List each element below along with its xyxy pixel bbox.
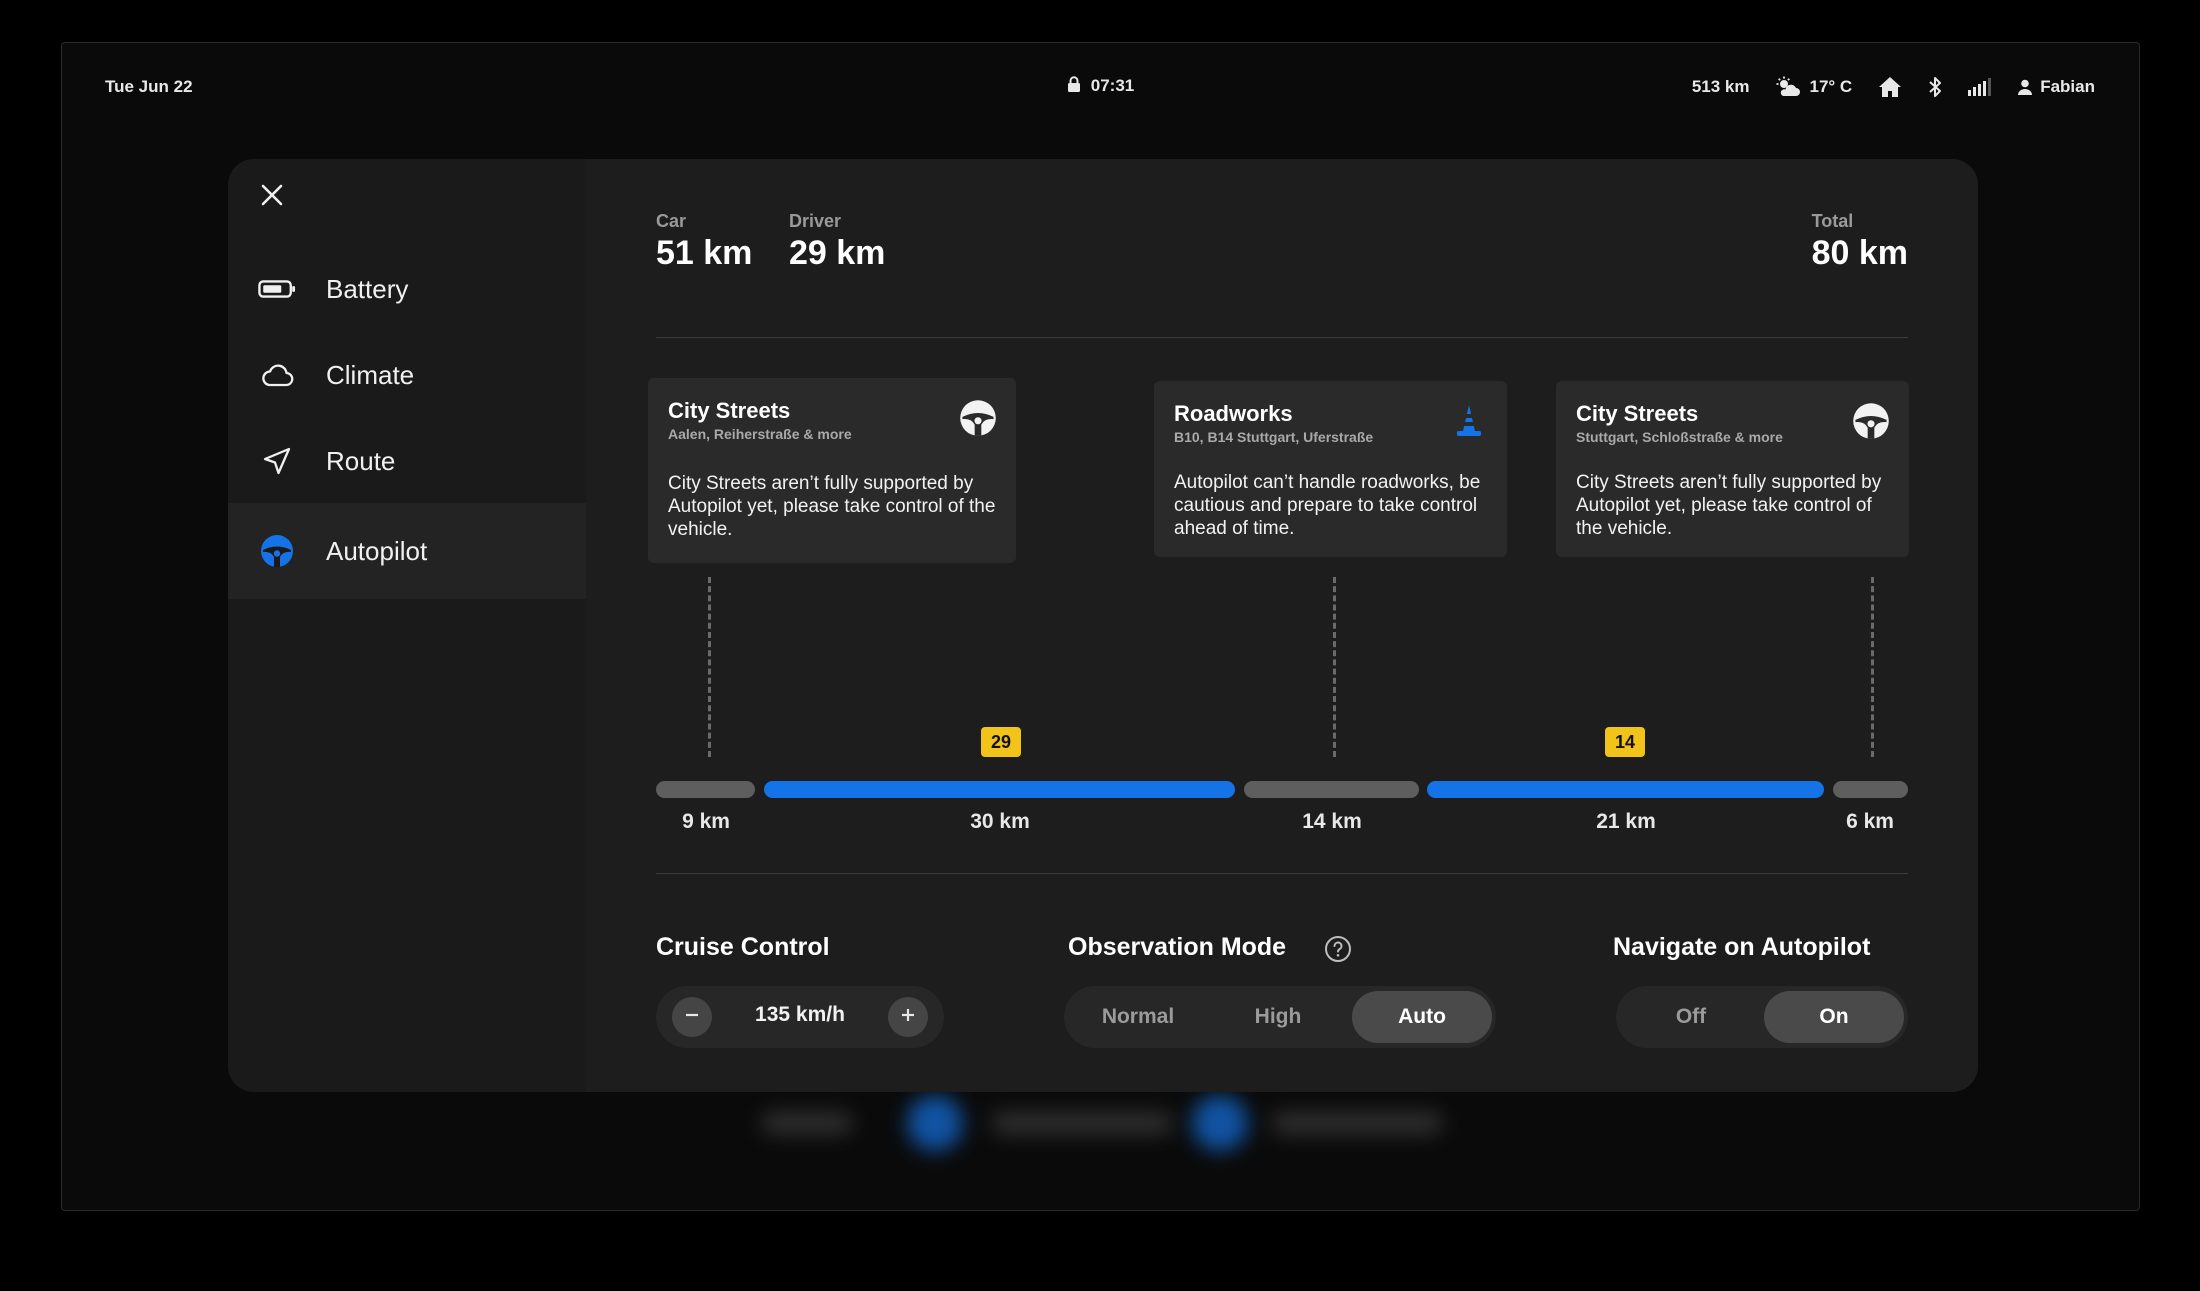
total-distance-value: 80 km bbox=[1811, 234, 1908, 272]
increase-speed-button[interactable] bbox=[888, 997, 928, 1037]
temperature-value: 17° C bbox=[1809, 77, 1853, 96]
sidebar-item-label: Autopilot bbox=[326, 535, 428, 566]
route-segment-autopilot[interactable] bbox=[764, 781, 1235, 798]
segment-distance-label: 21 km bbox=[1596, 810, 1656, 833]
card-title: City Streets bbox=[1576, 401, 1699, 426]
cruise-speed-stepper: 135 km/h bbox=[656, 986, 944, 1048]
divider-bottom bbox=[656, 873, 1908, 874]
observation-option-normal[interactable]: Normal bbox=[1070, 991, 1206, 1043]
car-distance-value: 51 km bbox=[656, 234, 753, 272]
route-segment-autopilot[interactable] bbox=[1427, 781, 1824, 798]
observation-option-auto[interactable]: Auto bbox=[1352, 991, 1492, 1043]
route-segment-driver[interactable] bbox=[1244, 781, 1419, 798]
observation-mode-selector: Normal High Auto bbox=[1064, 986, 1496, 1048]
driver-distance-value: 29 km bbox=[789, 234, 886, 272]
steering-wheel-icon bbox=[1851, 401, 1891, 441]
driver-distance: Driver 29 km bbox=[789, 211, 885, 273]
weather: 17° C bbox=[1775, 76, 1852, 98]
sidebar-item-label: Route bbox=[326, 445, 396, 476]
autopilot-segment-badge: 14 bbox=[1605, 727, 1645, 757]
lock-icon[interactable] bbox=[1067, 76, 1081, 98]
warning-card-city-streets-1[interactable]: City Streets Aalen, Reiherstraße & more … bbox=[648, 378, 1016, 563]
clock-time: 07:31 bbox=[1090, 76, 1135, 95]
segment-distance-label: 30 km bbox=[970, 810, 1030, 833]
close-icon[interactable] bbox=[260, 183, 284, 212]
warning-card-roadworks[interactable]: Roadworks B10, B14 Stuttgart, Uferstraße… bbox=[1154, 381, 1507, 557]
cloud-icon bbox=[258, 356, 296, 394]
card-title: City Streets bbox=[668, 398, 791, 423]
autopilot-segment-badge: 29 bbox=[981, 727, 1021, 757]
observation-option-high[interactable]: High bbox=[1210, 991, 1346, 1043]
card-title: Roadworks bbox=[1174, 401, 1293, 426]
sidebar-item-label: Climate bbox=[326, 359, 415, 390]
card-body: City Streets aren’t fully supported by A… bbox=[1576, 472, 1882, 539]
person-icon bbox=[2018, 79, 2033, 95]
autopilot-modal: Battery Climate Route Autopilot Car 51 k… bbox=[228, 159, 1978, 1092]
sidebar-item-label: Battery bbox=[326, 273, 409, 304]
connector-line bbox=[1871, 577, 1874, 757]
car-distance-label: Car bbox=[656, 211, 687, 231]
navigate-on-autopilot-title: Navigate on Autopilot bbox=[1613, 933, 1871, 961]
navigation-arrow-icon bbox=[258, 442, 296, 480]
battery-icon bbox=[258, 270, 296, 308]
navigate-option-on[interactable]: On bbox=[1764, 991, 1904, 1043]
warning-card-city-streets-2[interactable]: City Streets Stuttgart, Schloßstraße & m… bbox=[1556, 381, 1909, 557]
divider-top bbox=[656, 337, 1908, 338]
segment-distance-label: 9 km bbox=[682, 810, 730, 833]
close-button[interactable] bbox=[254, 179, 290, 215]
observation-mode-title: Observation Mode bbox=[1068, 933, 1287, 961]
steering-wheel-icon bbox=[258, 532, 296, 570]
weather-sun-cloud-icon bbox=[1775, 76, 1801, 98]
signal-strength-icon bbox=[1968, 78, 1992, 96]
vehicle-screen: Tue Jun 22 07:31 513 km 17° C Fabian Bat… bbox=[61, 42, 2140, 1211]
autopilot-main: Car 51 km Driver 29 km Total 80 km City … bbox=[586, 159, 1978, 1092]
card-body: City Streets aren’t fully supported by A… bbox=[668, 473, 996, 540]
sidebar-item-autopilot[interactable]: Autopilot bbox=[228, 503, 586, 599]
traffic-cone-icon bbox=[1449, 401, 1489, 441]
card-subtitle: Stuttgart, Schloßstraße & more bbox=[1576, 429, 1783, 445]
route-segment-driver[interactable] bbox=[656, 781, 755, 798]
card-body: Autopilot can’t handle roadworks, be cau… bbox=[1174, 472, 1481, 539]
connector-line bbox=[708, 577, 711, 757]
sidebar-item-route[interactable]: Route bbox=[228, 417, 586, 505]
steering-wheel-icon bbox=[958, 398, 998, 438]
total-distance-label: Total bbox=[1811, 211, 1854, 231]
status-right: 513 km 17° C Fabian bbox=[1692, 76, 2095, 98]
cruise-control-title: Cruise Control bbox=[656, 933, 830, 961]
plus-icon bbox=[900, 1007, 916, 1028]
driver-distance-label: Driver bbox=[789, 211, 842, 231]
navigate-on-autopilot-toggle: Off On bbox=[1616, 986, 1908, 1048]
help-icon[interactable] bbox=[1324, 935, 1352, 963]
sidebar: Battery Climate Route Autopilot bbox=[228, 159, 586, 1092]
navigate-option-off[interactable]: Off bbox=[1622, 991, 1760, 1043]
segment-distance-label: 14 km bbox=[1302, 810, 1362, 833]
user-profile[interactable]: Fabian bbox=[2018, 77, 2095, 97]
card-subtitle: Aalen, Reiherstraße & more bbox=[668, 426, 852, 442]
home-icon[interactable] bbox=[1878, 76, 1902, 98]
card-subtitle: B10, B14 Stuttgart, Uferstraße bbox=[1174, 429, 1374, 445]
bluetooth-icon[interactable] bbox=[1928, 76, 1942, 98]
background-blurred-controls bbox=[762, 1093, 1522, 1153]
sidebar-item-battery[interactable]: Battery bbox=[228, 245, 586, 333]
car-distance: Car 51 km bbox=[656, 211, 752, 273]
total-distance: Total 80 km bbox=[1812, 211, 1908, 273]
range-value: 513 km bbox=[1691, 77, 1750, 96]
sidebar-item-climate[interactable]: Climate bbox=[228, 331, 586, 419]
user-name: Fabian bbox=[2040, 77, 2095, 96]
segment-distance-label: 6 km bbox=[1846, 810, 1894, 833]
connector-line bbox=[1333, 577, 1336, 757]
route-segment-driver[interactable] bbox=[1833, 781, 1908, 798]
